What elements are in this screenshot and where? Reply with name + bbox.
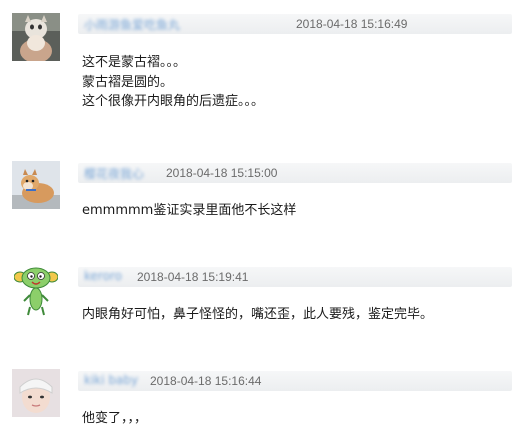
comment-text: 这不是蒙古褶。。。 蒙古褶是圆的。 这个很像开内眼角的后遗症。。。 [82,53,264,112]
avatar[interactable] [14,263,58,317]
timestamp: 2018-04-18 15:16:44 [150,374,262,388]
comment-header: kiki baby 2018-04-18 15:16:44 [78,371,512,391]
username-link[interactable]: 小雨游鱼爱吃鱼丸 [84,16,180,33]
comment-feed: 小雨游鱼爱吃鱼丸 2018-04-18 15:16:49 这不是蒙古褶。。。 蒙… [0,0,520,443]
username-link[interactable]: kiki baby [84,373,138,387]
timestamp: 2018-04-18 15:16:49 [296,17,408,31]
comment-line: 内眼角好可怕，鼻子怪怪的，嘴还歪，此人要残，鉴定完毕。 [82,307,434,322]
comment-line: 蒙古褶是圆的。 [82,74,174,90]
timestamp: 2018-04-18 15:15:00 [166,166,278,180]
comment-text: 他变了，，， [82,409,147,429]
comment-line: emmmmm鉴证实录里面他不长这样 [82,203,297,218]
avatar[interactable] [12,13,60,61]
username-link[interactable]: keroro [84,269,122,283]
comment-header: 小雨游鱼爱吃鱼丸 2018-04-18 15:16:49 [78,14,512,34]
username-link[interactable]: 樱花夜我心 [84,165,144,182]
avatar[interactable] [12,369,60,417]
timestamp: 2018-04-18 15:19:41 [137,270,249,284]
comment-line: 这个很像开内眼角的后遗症。。。 [82,94,265,109]
comment-text: 内眼角好可怕，鼻子怪怪的，嘴还歪，此人要残，鉴定完毕。 [82,305,433,325]
comment-header: keroro 2018-04-18 15:19:41 [78,267,512,287]
comment-line: 这不是蒙古褶。。。 [82,55,187,70]
comment-line: 他变了，，， [82,411,148,426]
comment-header: 樱花夜我心 2018-04-18 15:15:00 [78,163,512,183]
comment-text: emmmmm鉴证实录里面他不长这样 [82,201,296,221]
avatar[interactable] [12,161,60,209]
